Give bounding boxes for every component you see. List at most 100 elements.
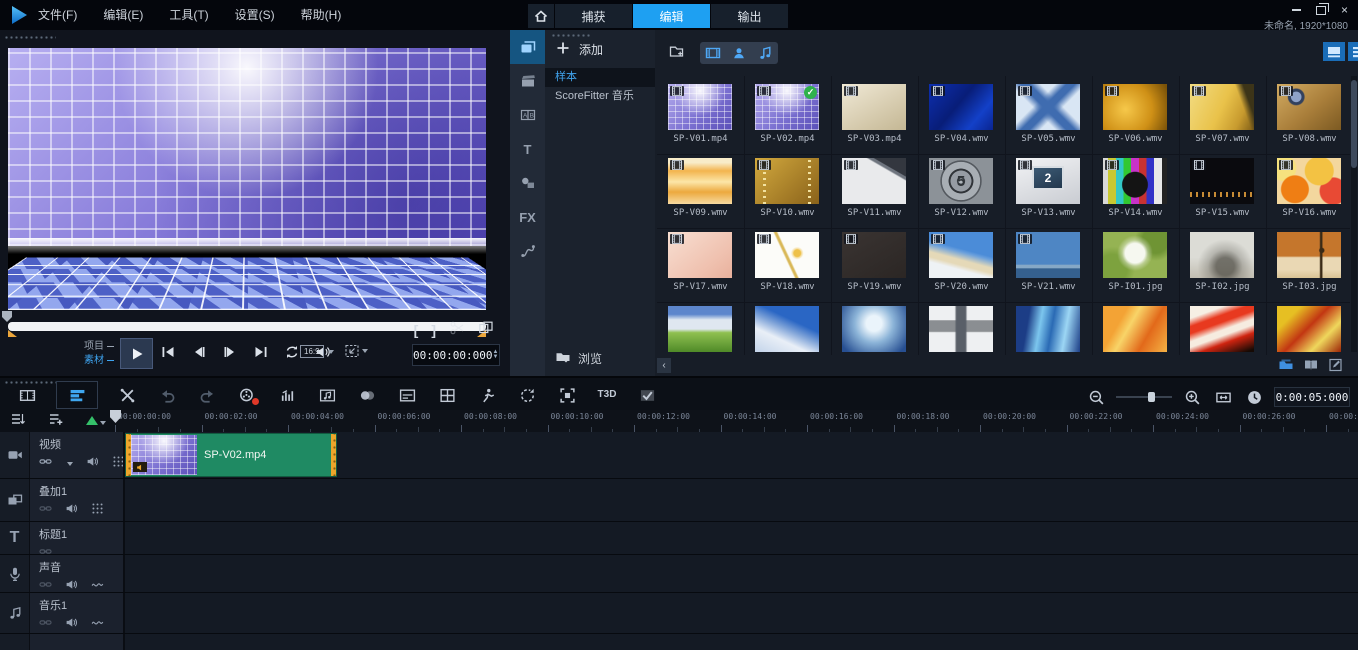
media-item[interactable] xyxy=(745,302,830,356)
library-folder-item[interactable]: 样本 xyxy=(545,68,655,87)
nav-book-button[interactable] xyxy=(1303,357,1319,378)
enlarge-preview-dropdown[interactable] xyxy=(344,343,368,359)
track-content[interactable] xyxy=(123,634,1358,650)
zoom-in-button[interactable] xyxy=(1181,386,1203,408)
collapse-panel-button[interactable]: ‹ xyxy=(657,358,671,373)
track-link-button[interactable] xyxy=(39,455,52,473)
menu-item[interactable]: 帮助(H) xyxy=(301,6,342,23)
media-item[interactable]: SP-V18.wmv xyxy=(745,228,830,301)
track-wave-button[interactable] xyxy=(91,616,104,634)
close-button[interactable]: × xyxy=(1341,5,1348,15)
trim-start-handle[interactable] xyxy=(8,330,17,337)
track-volume-button[interactable] xyxy=(65,502,78,520)
library-panel-button[interactable] xyxy=(1278,357,1294,378)
multi-trim-button[interactable] xyxy=(478,320,494,339)
step-forward-button[interactable] xyxy=(220,342,240,362)
minimize-button[interactable] xyxy=(1292,9,1301,11)
restore-button[interactable] xyxy=(1316,6,1326,15)
mode-tab-3[interactable]: 输出 xyxy=(711,4,788,28)
record-capture-button[interactable] xyxy=(236,384,258,406)
media-item[interactable]: SP-V20.wmv xyxy=(919,228,1004,301)
repeat-button[interactable] xyxy=(282,342,302,362)
track-content[interactable] xyxy=(123,522,1358,554)
scrubber-position-marker[interactable] xyxy=(2,311,12,322)
menu-item[interactable]: 设置(S) xyxy=(235,6,275,23)
track-volume-button[interactable] xyxy=(65,616,78,634)
rail-graphics-button[interactable] xyxy=(510,166,545,200)
duration-clock-icon[interactable] xyxy=(1243,386,1265,408)
track-content[interactable]: SP-V02.mp4 xyxy=(123,432,1358,478)
fit-project-button[interactable] xyxy=(1212,386,1234,408)
track-manager-button[interactable] xyxy=(10,411,26,432)
track-content[interactable] xyxy=(123,593,1358,633)
media-item[interactable]: SP-V07.wmv xyxy=(1180,80,1265,153)
blend-batch-button[interactable] xyxy=(356,384,378,406)
mask-creator-button[interactable] xyxy=(636,384,658,406)
media-item[interactable]: SP-V14.wmv xyxy=(1093,154,1178,227)
mode-tab-1[interactable]: 捕获 xyxy=(555,4,632,28)
slider-knob[interactable] xyxy=(1148,392,1155,402)
media-item[interactable] xyxy=(1093,302,1178,356)
media-item[interactable] xyxy=(658,302,743,356)
undo-button[interactable] xyxy=(156,384,178,406)
track-link-button[interactable] xyxy=(39,502,52,520)
rail-media-button[interactable] xyxy=(510,30,545,64)
next-button[interactable] xyxy=(251,342,271,362)
rail-instant-project-button[interactable] xyxy=(510,64,545,98)
prev-button[interactable] xyxy=(158,342,178,362)
menu-item[interactable]: 工具(T) xyxy=(169,6,208,23)
home-tab[interactable] xyxy=(528,4,554,28)
media-item[interactable]: SP-I01.jpg xyxy=(1093,228,1178,301)
motion-tracking-button[interactable] xyxy=(476,384,498,406)
track-link-button[interactable] xyxy=(39,545,52,563)
media-item[interactable]: SP-V19.wmv xyxy=(832,228,917,301)
edit-note-button[interactable] xyxy=(1328,357,1344,378)
timeline-clip[interactable]: SP-V02.mp4 xyxy=(125,433,337,477)
track-link-button[interactable] xyxy=(39,616,52,634)
menu-item[interactable]: 文件(F) xyxy=(38,6,77,23)
track-volume-button[interactable] xyxy=(86,455,99,473)
step-back-button[interactable] xyxy=(189,342,209,362)
source-clip-label[interactable]: 素材 xyxy=(52,354,114,368)
rail-title-button[interactable]: T xyxy=(510,132,545,166)
media-item[interactable] xyxy=(919,302,1004,356)
split-screen-button[interactable] xyxy=(436,384,458,406)
ripple-edit-button[interactable] xyxy=(86,412,106,430)
mix-tools-button[interactable] xyxy=(116,384,138,406)
timeline-ruler[interactable]: 00:00:00:0000:00:02:0000:00:04:0000:00:0… xyxy=(115,410,1358,433)
add-track-button[interactable] xyxy=(48,411,64,432)
timeline-view-button[interactable] xyxy=(56,381,98,409)
media-item[interactable]: SP-I02.jpg xyxy=(1180,228,1265,301)
redo-button[interactable] xyxy=(196,384,218,406)
media-item[interactable]: ✓SP-V02.mp4 xyxy=(745,80,830,153)
preview-timecode[interactable]: 00:00:00:000 ▲▼ xyxy=(412,344,500,366)
menu-item[interactable]: 编辑(E) xyxy=(103,6,143,23)
media-item[interactable]: SP-V06.wmv xyxy=(1093,80,1178,153)
zoom-out-button[interactable] xyxy=(1085,386,1107,408)
mode-tab-2[interactable]: 编辑 xyxy=(633,4,710,28)
mark-in-button[interactable]: [ xyxy=(414,322,419,338)
clip-trim-handle-left[interactable] xyxy=(126,434,131,476)
sound-mixer-button[interactable] xyxy=(276,384,298,406)
gallery-scrollbar[interactable] xyxy=(1351,76,1357,352)
media-item[interactable]: SP-V09.wmv xyxy=(658,154,743,227)
media-item[interactable]: SP-V15.wmv xyxy=(1180,154,1265,227)
media-item[interactable]: SP-V03.mp4 xyxy=(832,80,917,153)
media-item[interactable]: SP-V08.wmv xyxy=(1267,80,1350,153)
media-item[interactable]: SP-V16.wmv xyxy=(1267,154,1350,227)
play-button[interactable] xyxy=(120,338,153,369)
media-item[interactable] xyxy=(1267,302,1350,356)
timeline-zoom-slider[interactable] xyxy=(1116,396,1172,398)
media-item[interactable]: SP-V10.wmv xyxy=(745,154,830,227)
browse-button[interactable]: 浏览 xyxy=(555,349,602,368)
storyboard-view-button[interactable] xyxy=(16,384,38,406)
auto-music-button[interactable] xyxy=(316,384,338,406)
rail-transition-button[interactable]: AB xyxy=(510,98,545,132)
rail-motion-path-button[interactable] xyxy=(510,234,545,268)
media-item[interactable]: SP-V11.wmv xyxy=(832,154,917,227)
mark-out-button[interactable]: ] xyxy=(431,322,436,338)
library-folder-item[interactable]: ScoreFitter 音乐 xyxy=(545,87,655,106)
track-content[interactable] xyxy=(123,479,1358,521)
track-link-button[interactable] xyxy=(39,578,52,596)
media-item[interactable] xyxy=(1180,302,1265,356)
